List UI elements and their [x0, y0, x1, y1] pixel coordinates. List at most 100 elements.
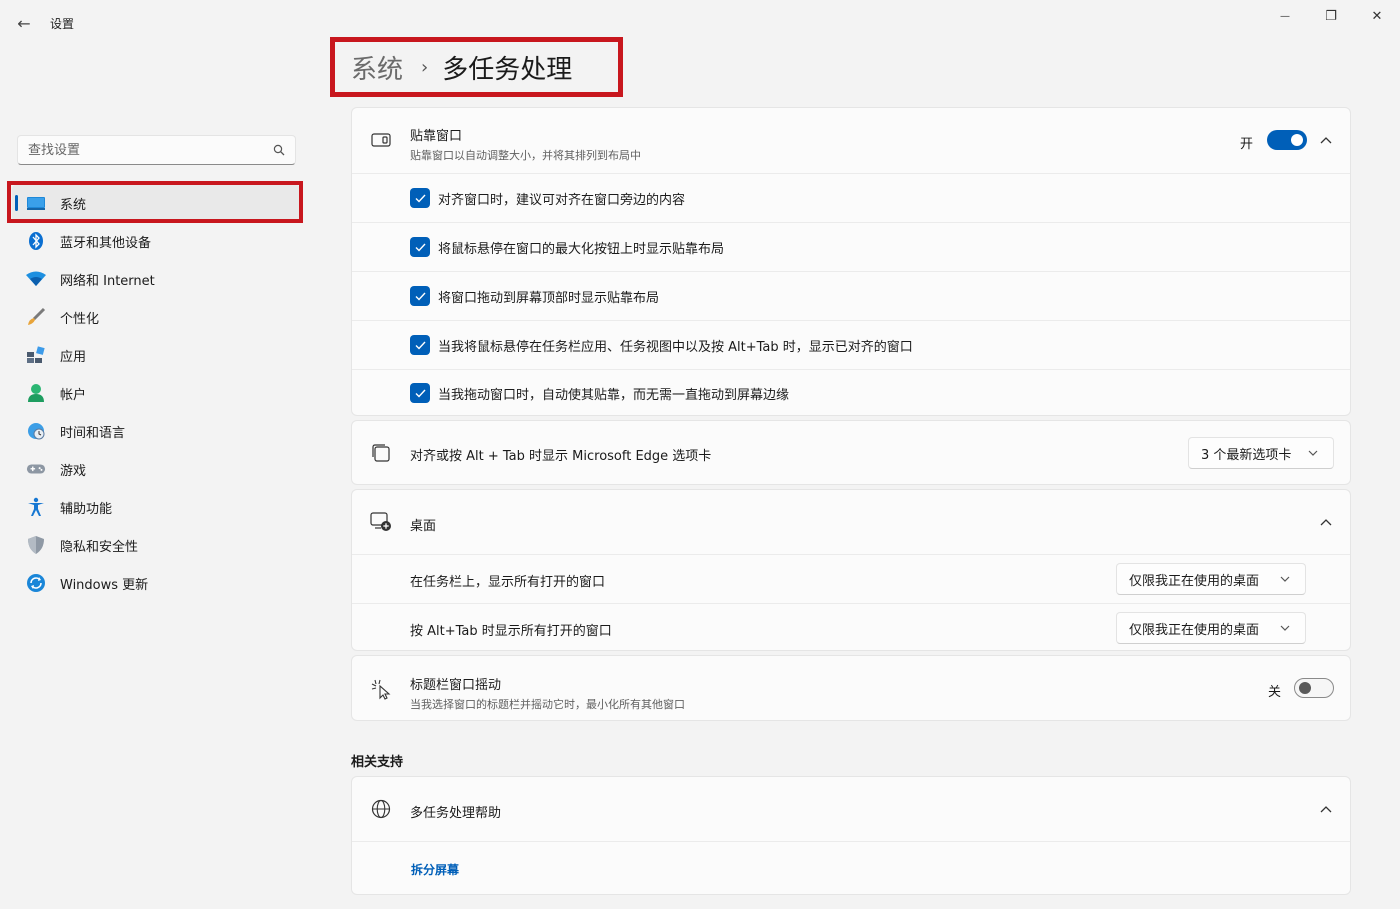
sidebar-item-bluetooth[interactable]: 蓝牙和其他设备 [12, 223, 300, 259]
restore-icon: ❐ [1325, 8, 1337, 24]
desktops-alttab-dropdown[interactable]: 仅限我正在使用的桌面 [1116, 612, 1306, 644]
sidebar-item-label: 个性化 [60, 311, 100, 327]
search-icon[interactable] [273, 144, 285, 156]
desktops-taskbar-label: 在任务栏上，显示所有打开的窗口 [410, 575, 606, 590]
gamepad-icon [26, 459, 46, 479]
globe-clock-icon [26, 421, 46, 441]
account-icon [26, 383, 46, 403]
snap-option-checkbox[interactable] [410, 335, 430, 355]
sidebar-item-label: 帐户 [60, 387, 87, 403]
sidebar-item-time-language[interactable]: 时间和语言 [12, 413, 300, 449]
edge-tabs-title: 对齐或按 Alt + Tab 时显示 Microsoft Edge 选项卡 [410, 449, 712, 464]
sidebar-item-accessibility[interactable]: 辅助功能 [12, 489, 300, 525]
search-box[interactable] [17, 135, 296, 165]
snap-option-row: 当我将鼠标悬停在任务栏应用、任务视图中以及按 Alt+Tab 时，显示已对齐的窗… [352, 321, 1350, 369]
sidebar-item-privacy[interactable]: 隐私和安全性 [12, 527, 300, 563]
breadcrumb-parent[interactable]: 系统 [351, 49, 403, 86]
title-bar-shake-toggle[interactable] [1294, 678, 1334, 698]
sidebar-item-label: 辅助功能 [60, 501, 113, 517]
snap-windows-title: 贴靠窗口 [410, 129, 463, 144]
snap-option-checkbox[interactable] [410, 237, 430, 257]
snap-windows-card: 贴靠窗口 贴靠窗口以自动调整大小，并将其排列到布局中 开 对齐窗口时，建议可对齐… [351, 107, 1351, 416]
minimize-button[interactable]: — [1262, 4, 1308, 28]
desktops-title: 桌面 [410, 519, 437, 534]
chevron-up-icon[interactable] [1318, 801, 1334, 817]
desktops-taskbar-row: 在任务栏上，显示所有打开的窗口 仅限我正在使用的桌面 [352, 555, 1350, 603]
shake-subtitle: 当我选择窗口的标题栏并摇动它时，最小化所有其他窗口 [410, 698, 685, 711]
sidebar-item-label: 应用 [60, 349, 87, 365]
snap-option-row: 将鼠标悬停在窗口的最大化按钮上时显示贴靠布局 [352, 223, 1350, 271]
sidebar-item-label: 时间和语言 [60, 425, 126, 441]
shake-title: 标题栏窗口摇动 [410, 678, 502, 693]
snap-option-row: 当我拖动窗口时，自动使其贴靠，而无需一直拖动到屏幕边缘 [352, 370, 1350, 416]
chevron-up-icon[interactable] [1318, 132, 1334, 148]
wifi-icon [26, 269, 46, 289]
sidebar-item-personalization[interactable]: 个性化 [12, 299, 300, 335]
globe-icon [370, 798, 392, 820]
minimize-icon: — [1280, 10, 1290, 22]
snap-option-label: 将鼠标悬停在窗口的最大化按钮上时显示贴靠布局 [438, 241, 725, 257]
desktops-taskbar-dropdown[interactable]: 仅限我正在使用的桌面 [1116, 563, 1306, 595]
snap-windows-header[interactable]: 贴靠窗口 贴靠窗口以自动调整大小，并将其排列到布局中 开 [352, 108, 1350, 173]
title-bar: ← 设置 — ❐ ✕ [0, 0, 1400, 44]
desktops-alttab-row: 按 Alt+Tab 时显示所有打开的窗口 仅限我正在使用的桌面 [352, 604, 1350, 652]
back-button[interactable]: ← [12, 12, 36, 34]
chevron-down-icon [1277, 571, 1293, 587]
related-support-heading: 相关支持 [351, 755, 404, 770]
edge-tabs-dropdown[interactable]: 3 个最新选项卡 [1188, 437, 1334, 469]
bluetooth-icon [26, 231, 46, 251]
cursor-shake-icon [370, 678, 392, 700]
snap-layout-icon [370, 129, 392, 151]
sidebar-item-label: 隐私和安全性 [60, 539, 139, 555]
chevron-down-icon [1305, 445, 1321, 461]
sidebar-item-label: 游戏 [60, 463, 87, 479]
apps-icon [26, 345, 46, 365]
shake-toggle-label: 关 [1268, 685, 1282, 700]
snap-option-row: 将窗口拖动到屏幕顶部时显示贴靠布局 [352, 272, 1350, 320]
sidebar-item-windows-update[interactable]: Windows 更新 [12, 565, 300, 601]
breadcrumb: 系统 › 多任务处理 [330, 37, 623, 97]
snap-option-label: 将窗口拖动到屏幕顶部时显示贴靠布局 [438, 290, 660, 306]
chevron-down-icon [1277, 620, 1293, 636]
edge-tabs-icon [370, 442, 392, 464]
sidebar-item-label: 蓝牙和其他设备 [60, 235, 152, 251]
main-content: 贴靠窗口 贴靠窗口以自动调整大小，并将其排列到布局中 开 对齐窗口时，建议可对齐… [351, 107, 1351, 721]
brush-icon [26, 307, 46, 327]
sidebar-item-gaming[interactable]: 游戏 [12, 451, 300, 487]
snap-option-label: 对齐窗口时，建议可对齐在窗口旁边的内容 [438, 192, 686, 208]
desktops-alttab-value: 仅限我正在使用的桌面 [1129, 622, 1260, 638]
shield-icon [26, 535, 46, 555]
multitasking-help-header[interactable]: 多任务处理帮助 [352, 777, 1350, 841]
desktop-add-icon [370, 511, 392, 533]
sidebar-item-accounts[interactable]: 帐户 [12, 375, 300, 411]
desktops-card: 桌面 在任务栏上，显示所有打开的窗口 仅限我正在使用的桌面 按 Alt+Tab … [351, 489, 1351, 651]
highlight-box-nav [7, 181, 303, 223]
back-arrow-icon: ← [17, 13, 31, 33]
edge-tabs-card: 对齐或按 Alt + Tab 时显示 Microsoft Edge 选项卡 3 … [351, 420, 1351, 485]
update-icon [26, 573, 46, 593]
snap-option-checkbox[interactable] [410, 286, 430, 306]
accessibility-icon [26, 497, 46, 517]
search-input[interactable] [28, 142, 273, 158]
snap-windows-toggle[interactable] [1267, 130, 1307, 150]
close-button[interactable]: ✕ [1354, 4, 1400, 28]
snap-option-checkbox[interactable] [410, 188, 430, 208]
app-title: 设置 [50, 17, 75, 31]
breadcrumb-separator-icon: › [421, 56, 429, 78]
multitasking-help-title: 多任务处理帮助 [410, 806, 502, 821]
sidebar-item-label: 网络和 Internet [60, 273, 155, 289]
sidebar-item-network[interactable]: 网络和 Internet [12, 261, 300, 297]
close-icon: ✕ [1371, 8, 1383, 24]
desktops-header[interactable]: 桌面 [352, 490, 1350, 554]
desktops-alttab-label: 按 Alt+Tab 时显示所有打开的窗口 [410, 624, 612, 639]
multitasking-help-card: 多任务处理帮助 拆分屏幕 [351, 776, 1351, 895]
snap-toggle-label: 开 [1240, 137, 1254, 152]
snap-option-row: 对齐窗口时，建议可对齐在窗口旁边的内容 [352, 174, 1350, 222]
snap-option-checkbox[interactable] [410, 383, 430, 403]
split-screen-link[interactable]: 拆分屏幕 [411, 861, 459, 878]
sidebar-item-apps[interactable]: 应用 [12, 337, 300, 373]
chevron-up-icon[interactable] [1318, 514, 1334, 530]
sidebar-nav: 系统 蓝牙和其他设备 网络和 Internet 个性化 应用 帐户 时间和语言 … [12, 185, 300, 603]
maximize-button[interactable]: ❐ [1308, 4, 1354, 28]
edge-tabs-value: 3 个最新选项卡 [1201, 447, 1292, 463]
